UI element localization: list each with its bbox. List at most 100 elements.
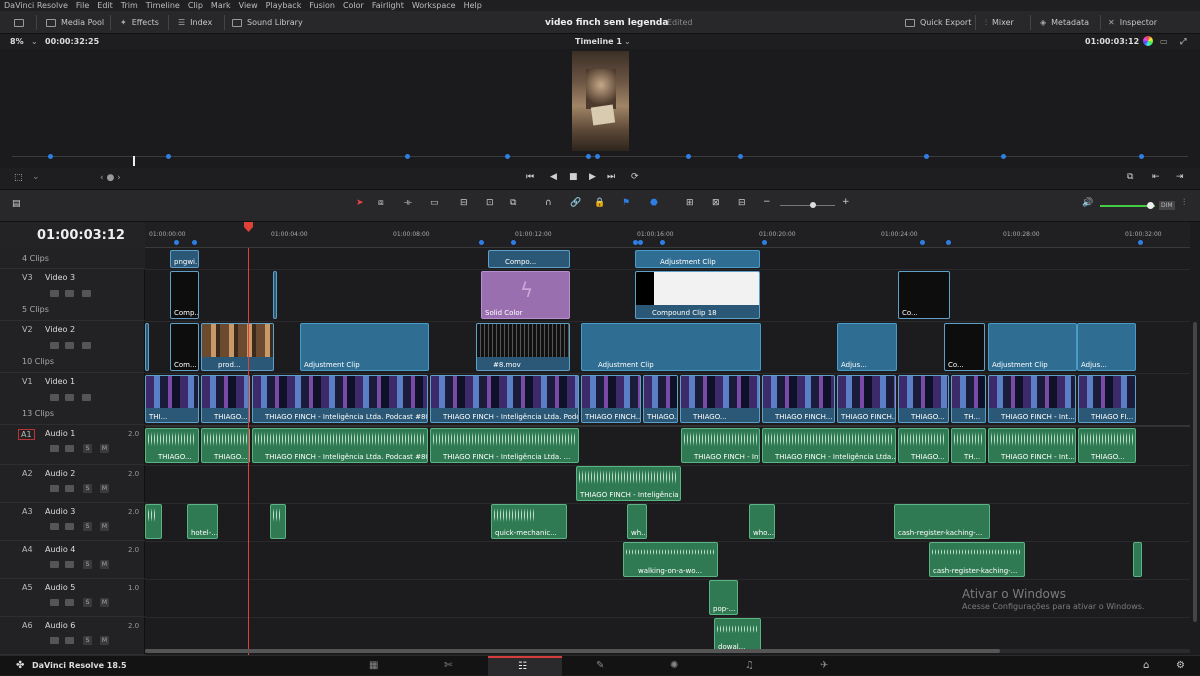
scrub-playhead[interactable] [133,156,135,166]
auto-select-icon[interactable] [65,637,74,644]
lock-icon[interactable] [50,637,59,644]
track-id[interactable]: V1 [22,377,33,386]
mute-button[interactable]: M [100,560,109,569]
insert-clip-icon[interactable]: ⊟ [460,198,468,208]
track-id[interactable]: V2 [22,325,33,334]
track-id[interactable]: A4 [22,545,33,554]
lock-icon[interactable] [50,599,59,606]
solid-color-clip[interactable]: ϟ Solid Color [481,271,570,319]
edit-page-tab[interactable]: ☷ [488,656,562,676]
adjustment-clip[interactable]: Adjustment Clip [635,250,760,268]
menu-clip[interactable]: Clip [188,1,203,10]
mute-button[interactable]: M [100,636,109,645]
audio-clip[interactable] [1133,542,1142,577]
scrub-bar[interactable] [0,154,1200,168]
video-clip[interactable]: THIAGO... [201,375,250,423]
track-name[interactable]: Video 1 [45,377,75,386]
snapping-icon[interactable]: ∩ [545,198,552,208]
playhead-handle[interactable] [244,222,253,232]
inspector-button[interactable]: ✕ Inspector [1108,11,1157,34]
timeline-timecode[interactable]: 01:00:03:12 [37,228,125,243]
video-clip[interactable]: THIAGO FINCH - Inteligência Ltda. Podca.… [430,375,579,423]
solo-button[interactable]: S [83,444,92,453]
viewer-options-icon[interactable]: ⬚ [14,173,23,183]
audio-clip[interactable]: cash-register-kaching-... [929,542,1025,577]
track-id[interactable]: A1 [18,429,35,440]
timeline-tracks[interactable]: pngwi... Compo... Adjustment Clip Comp..… [145,248,1190,655]
vertical-scrollbar[interactable] [1190,222,1200,655]
link-icon[interactable]: 🔗 [570,198,581,208]
video-clip[interactable]: THIAGO FI... [1078,375,1136,423]
zoom-detail-icon[interactable]: ⊠ [712,198,720,208]
timeline-name[interactable]: Timeline 1 [575,37,622,46]
blade-tool-icon[interactable]: ▭ [430,198,439,208]
skip-end-icon[interactable]: ⏭ [607,172,615,182]
video-clip[interactable]: THIAGO FINCH... [581,375,641,423]
waveform-options-icon[interactable]: ⫶ [1183,198,1185,208]
video-clip[interactable]: THIAGO FINCH... [837,375,896,423]
audio-clip[interactable]: THIAGO FINCH - Inteligência Ltda.... [762,428,896,463]
deliver-page-icon[interactable]: ✈ [820,660,828,671]
video-clip[interactable]: THIAGO... [643,375,678,423]
track-name[interactable]: Audio 5 [45,583,75,592]
menu-workspace[interactable]: Workspace [412,1,456,10]
audio-clip[interactable]: THIAGO... [145,428,199,463]
menu-color[interactable]: Color [343,1,364,10]
zoom-in-icon[interactable]: + [842,197,850,207]
menu-file[interactable]: File [76,1,89,10]
menu-edit[interactable]: Edit [97,1,113,10]
compound-clip[interactable]: Co... [898,271,950,319]
track-id[interactable]: V3 [22,273,33,282]
auto-select-icon[interactable] [65,599,74,606]
video-clip[interactable]: prod... [201,323,274,371]
dim-button[interactable]: DIM [1159,201,1175,210]
track-name[interactable]: Audio 6 [45,621,75,630]
enable-video-icon[interactable] [82,290,91,297]
video-clip[interactable]: THIAGO FINCH... [762,375,835,423]
track-id[interactable]: A2 [22,469,33,478]
dynamic-trim-icon[interactable]: ⟛ [404,198,412,208]
lock-icon[interactable]: 🔒 [594,198,605,208]
solo-button[interactable]: S [83,598,92,607]
menu-playback[interactable]: Playback [266,1,302,10]
speaker-icon[interactable]: 🔊 [1082,198,1093,208]
lock-icon[interactable] [50,342,59,349]
audio-clip[interactable]: dowal... [714,618,761,653]
audio-clip[interactable]: pop-... [709,580,738,615]
video-clip[interactable] [273,271,277,319]
fusion-page-icon[interactable]: ✎ [596,660,604,671]
menu-mark[interactable]: Mark [211,1,231,10]
effects-button[interactable]: ✦ Effects [120,11,159,34]
compound-clip[interactable]: Compo... [488,250,570,268]
track-id[interactable]: A3 [22,507,33,516]
enable-video-icon[interactable] [82,342,91,349]
lock-icon[interactable] [50,485,59,492]
home-icon[interactable]: ⌂ [1143,660,1149,671]
video-clip[interactable]: THIAGO... [680,375,760,423]
video-clip[interactable]: THIAGO FINCH - Inteligência Ltda. Podcas… [252,375,428,423]
menu-trim[interactable]: Trim [121,1,138,10]
compound-clip[interactable]: Comp... [170,271,199,319]
overwrite-clip-icon[interactable]: ⊡ [486,198,494,208]
adjustment-clip[interactable]: Adjustment Clip [988,323,1077,371]
color-page-icon[interactable]: ✺ [670,660,678,671]
zoom-custom-icon[interactable]: ⊟ [738,198,746,208]
timeline-dropdown-icon[interactable]: ⌄ [624,37,631,46]
audio-clip[interactable]: THIAGO... [201,428,250,463]
auto-select-icon[interactable] [65,485,74,492]
menu-app[interactable]: DaVinci Resolve [4,1,68,10]
color-wheel-icon[interactable] [1143,36,1153,46]
volume-slider-handle[interactable] [1147,202,1154,209]
loop-icon[interactable]: ⟳ [631,172,639,182]
menu-timeline[interactable]: Timeline [146,1,180,10]
adjustment-clip[interactable]: Adjustment Clip [581,323,761,371]
media-page-icon[interactable]: ▦ [369,660,378,671]
audio-clip[interactable]: TH... [951,428,986,463]
zoom-full-icon[interactable]: ⊞ [686,198,694,208]
sound-library-button[interactable]: Sound Library [232,11,303,34]
audio-clip[interactable]: THIAGO... [1078,428,1136,463]
settings-gear-icon[interactable]: ⚙ [1176,660,1185,671]
selection-tool-icon[interactable]: ➤ [356,198,364,208]
audio-clip[interactable]: walking-on-a-wo... [623,542,718,577]
audio-clip[interactable]: quick-mechanic... [491,504,567,539]
